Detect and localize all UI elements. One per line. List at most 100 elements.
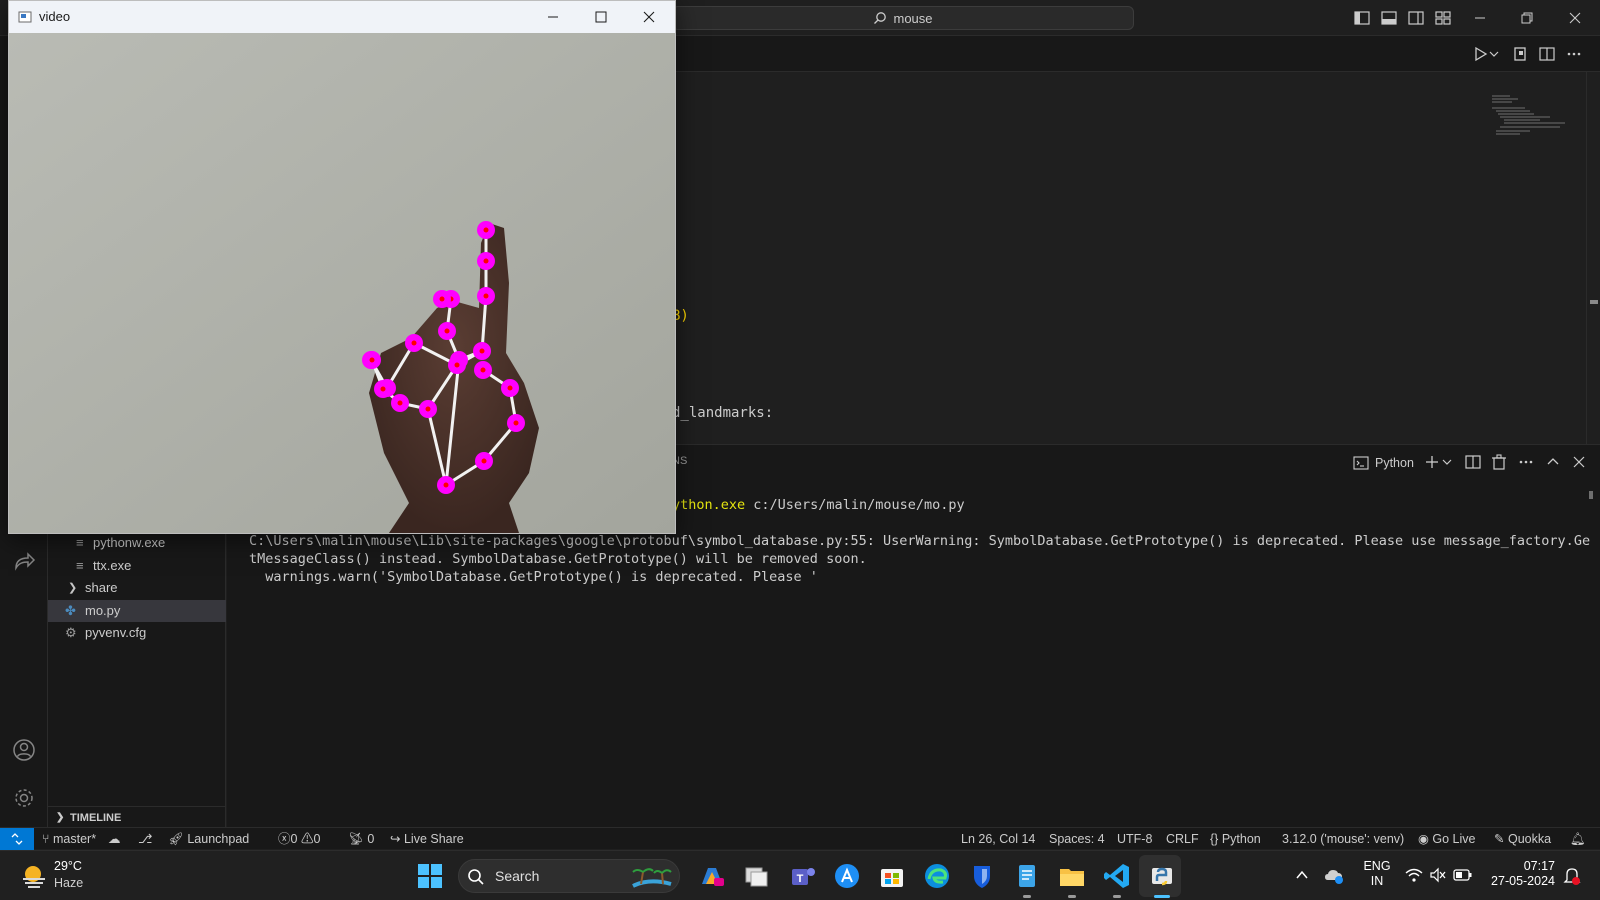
quokka-status[interactable]: ✎ Quokka (1494, 828, 1551, 850)
encoding[interactable]: UTF-8 (1117, 828, 1152, 850)
git-graph-icon[interactable]: ⎇ (138, 828, 152, 850)
toggle-secondary-sidebar-icon[interactable] (1406, 8, 1426, 28)
bitwarden-shield-icon[interactable] (966, 860, 998, 892)
landmark-center (483, 293, 489, 299)
sync-cloud-icon[interactable]: ☁ (108, 828, 121, 850)
edge-icon[interactable] (921, 860, 953, 892)
windows-start-icon[interactable] (414, 860, 446, 892)
file-item-mo-py[interactable]: ✤ mo.py (48, 600, 226, 622)
file-label: pyvenv.cfg (85, 625, 147, 640)
config-gear-icon: ⚙ (65, 625, 77, 640)
run-python-file-icon[interactable] (1470, 44, 1490, 64)
editor-scrollbar[interactable] (1586, 72, 1600, 444)
rocket-icon: 🚀︎ (168, 832, 184, 846)
python-window-icon[interactable] (1146, 860, 1178, 892)
vscode-icon[interactable] (1101, 860, 1133, 892)
file-item-ttx[interactable]: ≡ ttx.exe (48, 555, 226, 577)
live-share-status[interactable]: ↪ Live Share (390, 828, 464, 850)
python-interpreter[interactable]: 3.12.0 ('mouse': venv) (1282, 828, 1404, 850)
notifications-bell-icon[interactable]: 🔔︎ (1570, 828, 1586, 850)
notification-bell-icon[interactable] (1563, 866, 1581, 886)
maximize-panel-chevron-up-icon[interactable] (1544, 453, 1562, 471)
cursor-position[interactable]: Ln 26, Col 14 (961, 828, 1035, 850)
wifi-icon[interactable] (1405, 867, 1423, 883)
toggle-primary-sidebar-icon[interactable] (1352, 8, 1372, 28)
open-changes-icon[interactable] (1510, 44, 1530, 64)
terminal-profile-python[interactable]: Python (1353, 452, 1414, 474)
more-actions-icon[interactable] (1564, 44, 1584, 64)
file-item-pyvenv[interactable]: ⚙ pyvenv.cfg (48, 622, 226, 644)
region-code: IN (1370, 874, 1384, 888)
copilot-icon[interactable] (696, 860, 728, 892)
teams-icon[interactable]: T (786, 860, 818, 892)
command-center-search[interactable]: mouse (672, 6, 1134, 30)
file-explorer-icon[interactable] (1056, 860, 1088, 892)
customize-layout-icon[interactable] (1433, 8, 1453, 28)
landmark-center (513, 420, 519, 426)
remote-icon (11, 833, 23, 845)
split-editor-icon[interactable] (1537, 44, 1557, 64)
battery-icon[interactable] (1453, 867, 1473, 883)
new-terminal-plus-icon[interactable] (1423, 453, 1441, 471)
video-window-titlebar[interactable]: video (9, 1, 675, 33)
trash-icon[interactable] (1490, 453, 1508, 471)
task-view-icon[interactable] (741, 860, 773, 892)
split-terminal-icon[interactable] (1464, 453, 1482, 471)
ports-status[interactable]: 📡︎ 0 (348, 828, 374, 850)
microsoft-store-icon[interactable] (876, 860, 908, 892)
landmark-center (483, 227, 489, 233)
launchpad-status[interactable]: 🚀︎ Launchpad (168, 828, 249, 850)
search-label: Search (495, 868, 540, 884)
end-of-line[interactable]: CRLF (1166, 828, 1199, 850)
landmark-center (439, 296, 445, 302)
notepad-icon[interactable] (1011, 860, 1043, 892)
taskbar-search-box[interactable]: Search (458, 859, 680, 893)
timeline-section-header[interactable]: ❯ TIMELINE (48, 806, 226, 828)
terminal-profile-label: Python (1375, 456, 1414, 470)
status-bar: ⑂ master* ☁ ⎇ 🚀︎ Launchpad ⓧ0 ⚠0 📡︎ 0 ↪ … (0, 827, 1600, 850)
toggle-panel-icon[interactable] (1379, 8, 1399, 28)
onedrive-sync-icon[interactable] (1324, 866, 1346, 886)
app-store-icon[interactable] (831, 860, 863, 892)
more-actions-icon[interactable] (1517, 453, 1535, 471)
remote-indicator[interactable] (0, 828, 34, 850)
file-label: ttx.exe (93, 558, 132, 573)
terminal-dropdown-chevron-icon[interactable] (1441, 453, 1453, 471)
terminal-scrollbar[interactable] (1589, 491, 1593, 499)
timeline-label: TIMELINE (70, 812, 122, 824)
manage-gear-icon[interactable] (12, 786, 36, 810)
close-panel-icon[interactable] (1570, 453, 1588, 471)
editor-minimap[interactable] (1490, 94, 1570, 144)
minimize-icon[interactable] (1470, 8, 1490, 28)
folder-item-share[interactable]: ❯ share (48, 577, 226, 599)
terminal-output-line: C:\Users\malin\mouse\Lib\site-packages\g… (249, 533, 1591, 549)
run-dropdown-chevron-icon[interactable] (1488, 44, 1500, 64)
branch-status[interactable]: ⑂ master* (42, 828, 96, 850)
problems-status[interactable]: ⓧ0 ⚠0 (278, 828, 320, 850)
accounts-icon[interactable] (12, 738, 36, 762)
sun-haze-icon (23, 866, 45, 888)
minimize-icon[interactable] (545, 9, 561, 25)
search-icon (874, 12, 887, 24)
language-mode[interactable]: {} Python (1210, 828, 1261, 850)
chevron-up-icon[interactable] (1294, 867, 1310, 883)
broadcast-icon: ◉ (1418, 832, 1429, 846)
running-indicator (1023, 895, 1031, 898)
indentation[interactable]: Spaces: 4 (1049, 828, 1105, 850)
close-icon[interactable] (1565, 8, 1585, 28)
input-language-indicator[interactable]: ENG IN (1362, 859, 1392, 888)
terminal-icon (1353, 456, 1369, 470)
go-live-status[interactable]: ◉ Go Live (1418, 828, 1476, 850)
weather-widget[interactable]: 29°C Haze (16, 859, 126, 895)
git-branch-icon: ⑂ (42, 832, 50, 846)
clock[interactable]: 07:17 27-05-2024 (1485, 859, 1555, 888)
close-icon[interactable] (641, 9, 657, 25)
language-code: ENG (1363, 859, 1391, 873)
restore-icon[interactable] (1517, 8, 1537, 28)
landmark-center (480, 367, 486, 373)
maximize-icon[interactable] (593, 9, 609, 25)
live-share-icon[interactable] (12, 550, 36, 574)
video-window[interactable]: video (8, 0, 676, 534)
speaker-muted-icon[interactable] (1429, 867, 1447, 883)
file-item-pythonw[interactable]: ≡ pythonw.exe (48, 532, 226, 554)
